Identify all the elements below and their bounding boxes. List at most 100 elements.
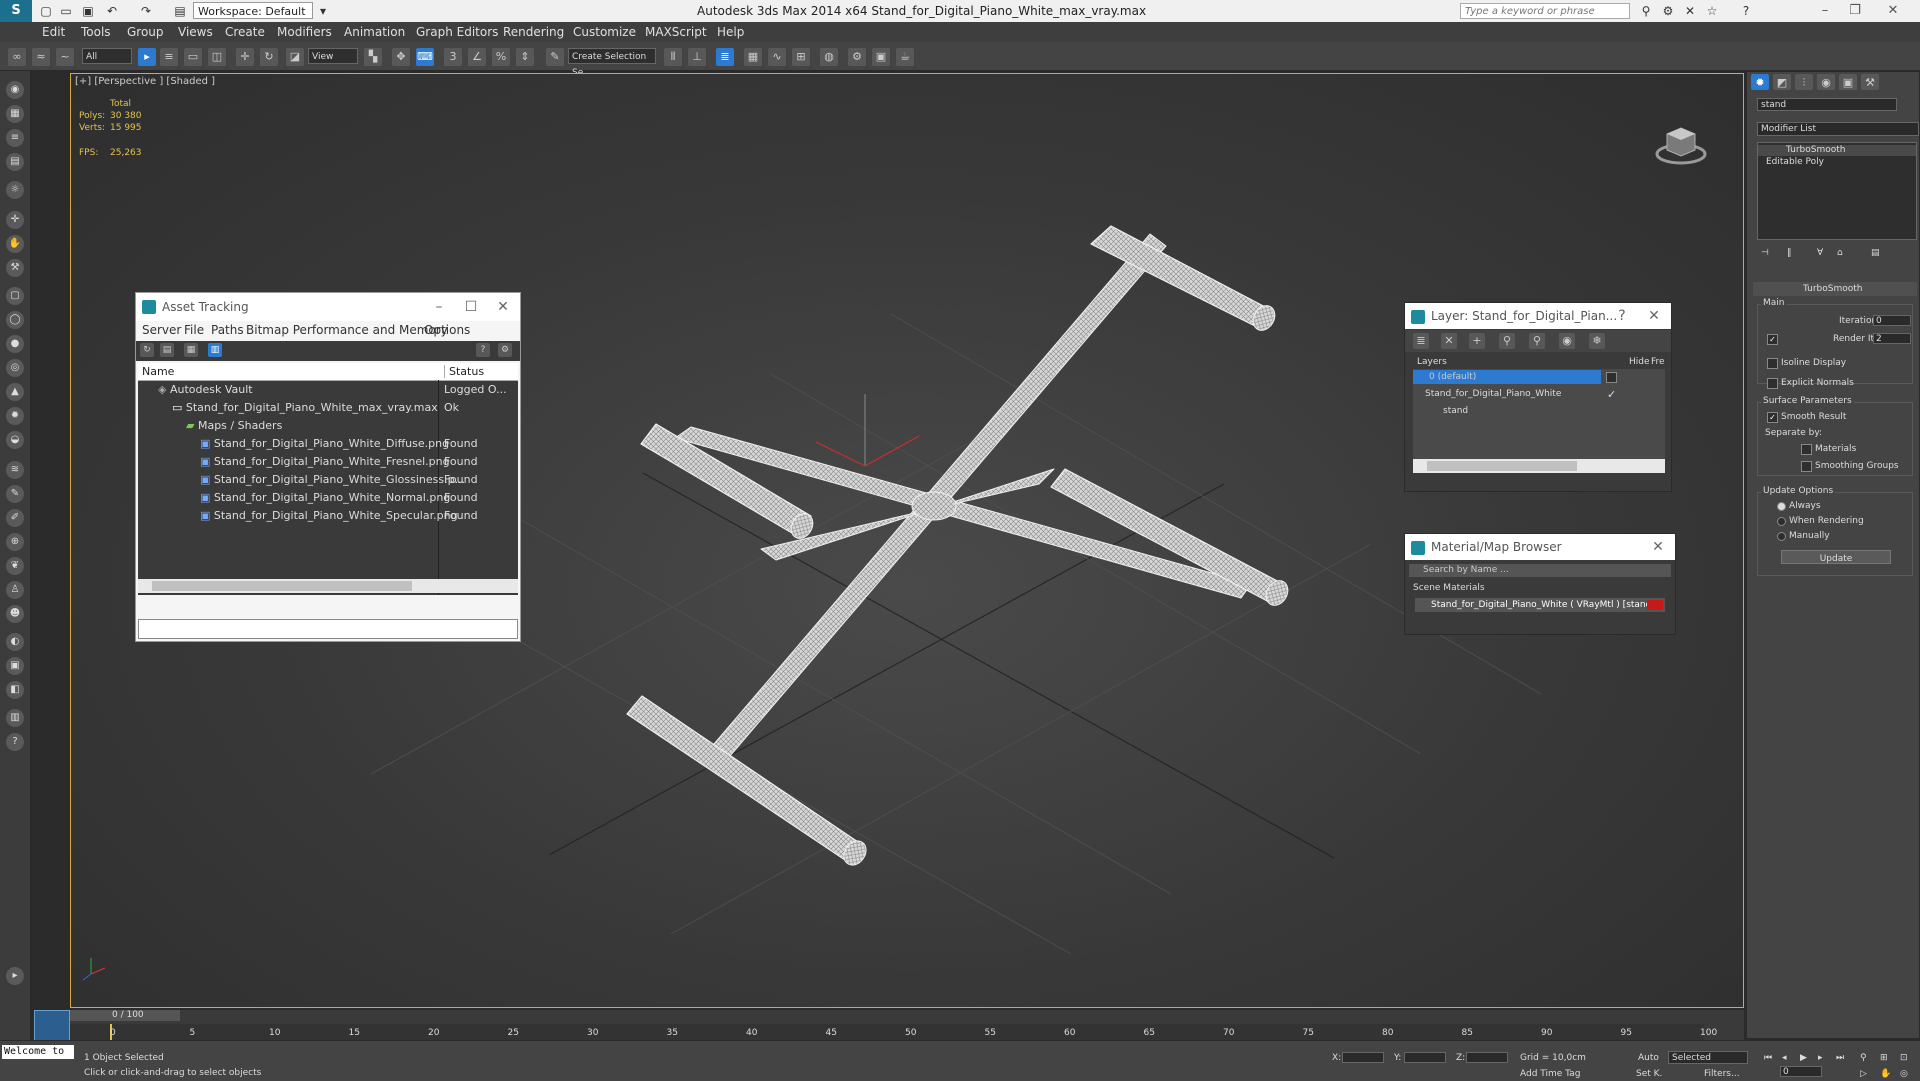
stack-item-editable-poly[interactable]: Editable Poly <box>1758 157 1916 168</box>
table-row[interactable]: ▣ Stand_for_Digital_Piano_White_Specular… <box>200 507 458 524</box>
col-name-header[interactable]: Name <box>142 365 174 378</box>
named-selection-dropdown[interactable]: Create Selection Se <box>568 48 656 78</box>
table-view-icon[interactable]: ▦ <box>184 343 198 357</box>
table-row[interactable]: ◈ Autodesk Vault <box>158 381 253 398</box>
prev-frame-icon[interactable]: ◂ <box>1782 1053 1787 1063</box>
viewcube-icon[interactable] <box>1655 127 1707 165</box>
menu-maxscript[interactable]: MAXScript <box>645 25 707 39</box>
scrollbar-thumb[interactable] <box>152 581 412 591</box>
selection-filter-dropdown[interactable]: All <box>82 48 132 64</box>
configure-sets-icon[interactable]: ▤ <box>1871 248 1880 258</box>
transform-icon[interactable]: ✛ <box>6 211 24 229</box>
render-iters-checkbox[interactable]: ✓ <box>1767 334 1778 345</box>
close-icon[interactable]: ✕ <box>1643 534 1673 560</box>
col-status-header[interactable]: Status <box>444 365 484 378</box>
menu-help[interactable]: Help <box>717 25 744 39</box>
time-slider[interactable]: 0 / 100 <box>70 1010 180 1021</box>
scale-icon[interactable]: ◪ <box>286 48 304 66</box>
material-search-input[interactable]: Search by Name ... <box>1409 564 1671 577</box>
undo-icon[interactable]: ↶ <box>104 3 120 19</box>
minimize-icon[interactable]: – <box>1812 2 1838 20</box>
display-icon[interactable]: ◧ <box>6 681 24 699</box>
hand-icon[interactable]: ✋ <box>6 235 24 253</box>
workspace-dropdown[interactable]: Workspace: Default <box>193 2 313 19</box>
table-row[interactable]: ▣ Stand_for_Digital_Piano_White_Glossine… <box>200 471 465 488</box>
help-circle-icon[interactable]: ? <box>6 733 24 751</box>
isoline-checkbox[interactable] <box>1767 358 1778 369</box>
cylinder-icon[interactable]: ◯ <box>6 311 24 329</box>
material-item[interactable]: Stand_for_Digital_Piano_White ( VRayMtl … <box>1415 598 1665 612</box>
rendered-frame-icon[interactable]: ▣ <box>872 48 890 66</box>
spinner-snap-icon[interactable]: ⇕ <box>516 48 534 66</box>
maximize-icon[interactable]: ☐ <box>456 293 486 321</box>
modify-tab-icon[interactable]: ◩ <box>1773 74 1791 90</box>
new-file-icon[interactable]: ▢ <box>38 3 54 19</box>
goto-end-icon[interactable]: ⏭ <box>1836 1053 1844 1063</box>
torus-icon[interactable]: ◎ <box>6 359 24 377</box>
show-end-result-icon[interactable]: ‖ <box>1787 248 1792 258</box>
favorites-icon[interactable]: ☆ <box>1704 3 1720 19</box>
teapot-icon[interactable]: ◒ <box>6 431 24 449</box>
subscription-icon[interactable]: ⚙ <box>1660 3 1676 19</box>
fov-icon[interactable]: ▷ <box>1860 1069 1867 1079</box>
at-menu-file[interactable]: File <box>184 323 204 337</box>
biped-icon[interactable]: ☻ <box>6 605 24 623</box>
percent-snap-icon[interactable]: % <box>492 48 510 66</box>
menu-customize[interactable]: Customize <box>573 25 636 39</box>
render-ball-icon[interactable]: ◐ <box>6 633 24 651</box>
auto-key-button[interactable]: Auto <box>1638 1053 1659 1063</box>
play-icon[interactable]: ▶ <box>1800 1053 1807 1063</box>
at-menu-server[interactable]: Server <box>142 323 181 337</box>
leaf-icon[interactable]: ❦ <box>6 557 24 575</box>
search-input[interactable]: Type a keyword or phrase <box>1460 3 1630 19</box>
align-icon[interactable]: ⊥ <box>688 48 706 66</box>
rotate-icon[interactable]: ↻ <box>260 48 278 66</box>
modify-icon[interactable]: ⚒ <box>6 259 24 277</box>
x-field[interactable] <box>1342 1052 1384 1063</box>
layer-row-default[interactable]: 0 (default) <box>1413 370 1601 384</box>
set-key-button[interactable]: Set K. <box>1636 1069 1662 1079</box>
scene-materials-group[interactable]: Scene Materials <box>1409 582 1671 594</box>
modifier-list-dropdown[interactable]: Modifier List <box>1757 122 1919 136</box>
angle-snap-icon[interactable]: ∠ <box>468 48 486 66</box>
sun-icon[interactable]: ✹ <box>6 407 24 425</box>
list-icon[interactable]: ≡ <box>6 129 24 147</box>
at-menu-bitmap[interactable]: Bitmap Performance and Memory <box>246 323 448 337</box>
menu-animation[interactable]: Animation <box>344 25 405 39</box>
select-link-icon[interactable]: ∞ <box>8 48 26 66</box>
layer-row-stand-piano[interactable]: Stand_for_Digital_Piano_White ✓ <box>1413 387 1663 401</box>
table-row[interactable]: ▭ Stand_for_Digital_Piano_White_max_vray… <box>172 399 438 416</box>
globe-icon[interactable]: ⊕ <box>6 533 24 551</box>
add-to-layer-icon[interactable]: + <box>1469 333 1485 349</box>
list-view-icon[interactable]: ▤ <box>160 343 174 357</box>
wave-icon[interactable]: ≋ <box>6 461 24 479</box>
scrollbar-thumb[interactable] <box>1427 461 1577 471</box>
light-icon[interactable]: ☼ <box>6 181 24 199</box>
add-time-tag[interactable]: Add Time Tag <box>1520 1069 1580 1079</box>
goto-start-icon[interactable]: ⏮ <box>1764 1053 1772 1063</box>
move-icon[interactable]: ✛ <box>236 48 254 66</box>
table-row[interactable]: ▣ Stand_for_Digital_Piano_White_Diffuse.… <box>200 435 449 452</box>
schematic-view-icon[interactable]: ⊞ <box>792 48 810 66</box>
explicit-normals-checkbox[interactable] <box>1767 378 1778 389</box>
camera-icon[interactable]: ▣ <box>6 657 24 675</box>
settings-icon[interactable]: ⚙ <box>498 343 512 357</box>
tree-view-icon[interactable]: ▥ <box>208 343 222 357</box>
smoothing-groups-checkbox[interactable] <box>1801 461 1812 472</box>
bind-spacewarp-icon[interactable]: ~ <box>56 48 74 66</box>
curve-editor-icon[interactable]: ∿ <box>768 48 786 66</box>
orbit-icon[interactable]: ◎ <box>1900 1069 1908 1079</box>
active-layer-checkbox[interactable] <box>1606 372 1617 383</box>
horizontal-scrollbar[interactable] <box>138 579 518 593</box>
layer-manager-icon[interactable]: ≣ <box>716 48 734 66</box>
pan-icon[interactable]: ✋ <box>1880 1069 1891 1079</box>
select-layer-icon[interactable]: ⚲ <box>1499 333 1515 349</box>
manually-radio[interactable] <box>1777 532 1786 541</box>
grid-icon[interactable]: ▤ <box>6 153 24 171</box>
path-field[interactable] <box>138 619 518 639</box>
help-icon[interactable]: ? <box>1607 303 1637 329</box>
render-iters-spinner[interactable]: 2 <box>1873 333 1911 344</box>
when-rendering-radio[interactable] <box>1777 517 1786 526</box>
stack-item-turbosmooth[interactable]: TurboSmooth <box>1758 145 1916 156</box>
pivot-center-icon[interactable]: ▚ <box>364 48 382 66</box>
